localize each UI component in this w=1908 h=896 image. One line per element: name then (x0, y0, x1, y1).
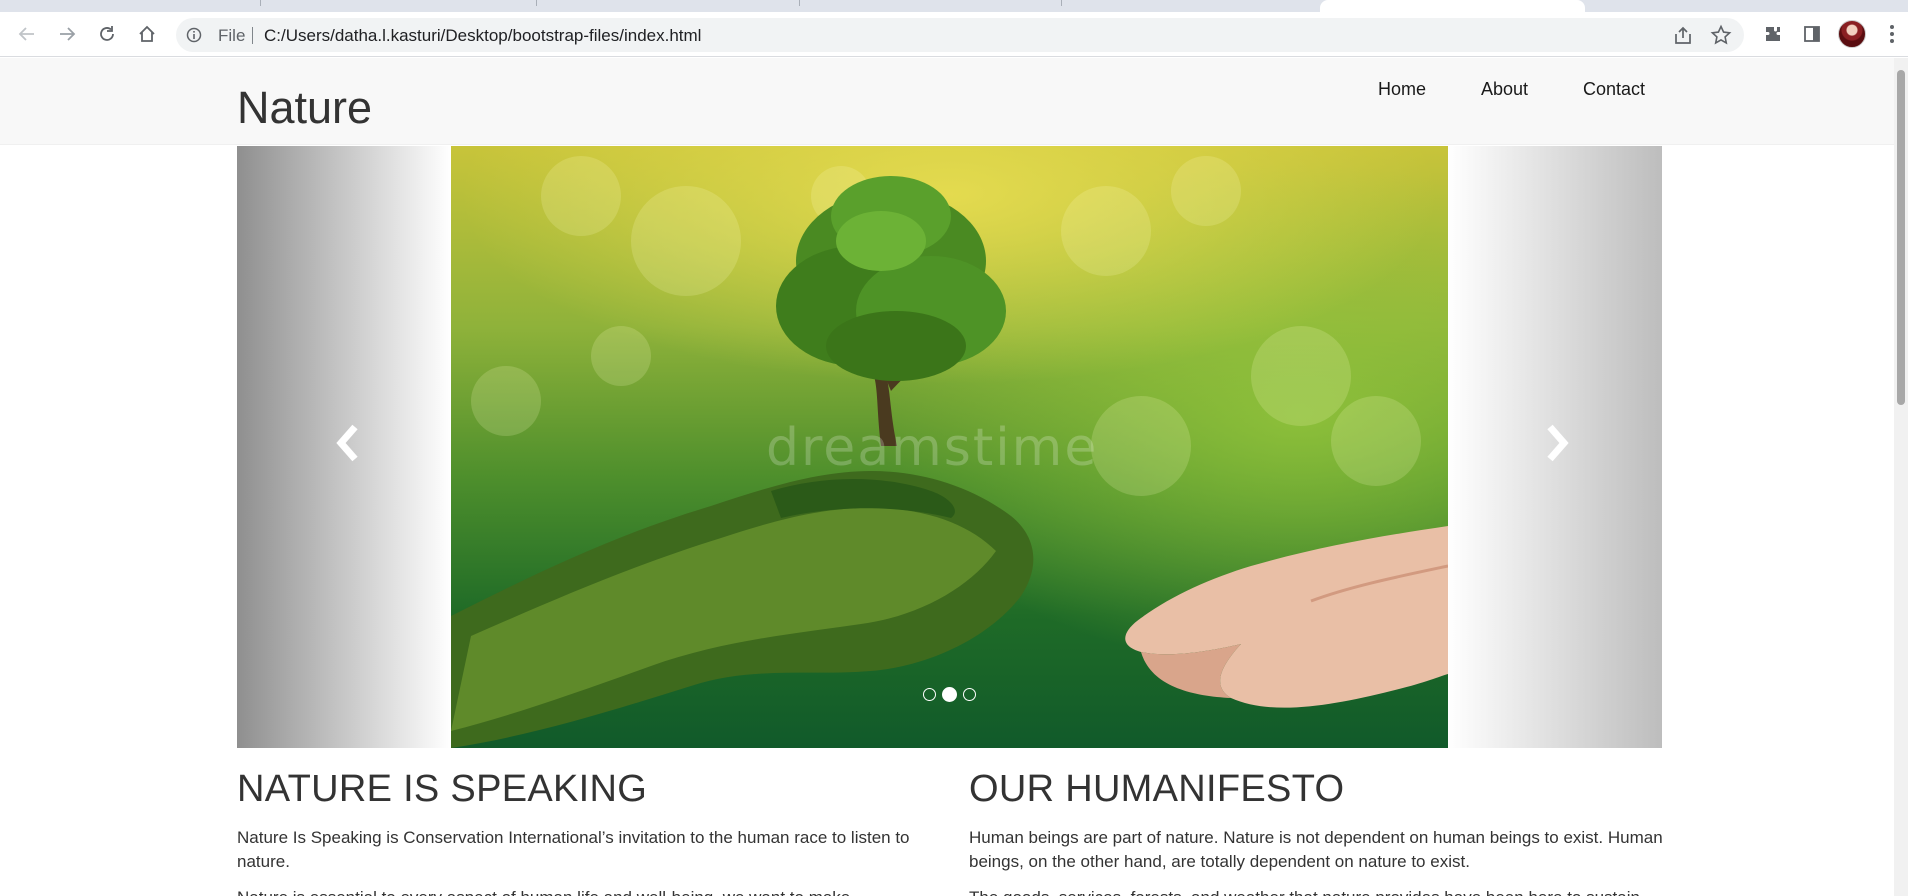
carousel-prev-control[interactable] (237, 146, 451, 748)
tab-separator (1061, 0, 1062, 6)
chevron-left-icon[interactable] (329, 418, 369, 468)
profile-avatar[interactable] (1838, 20, 1866, 48)
nav-about[interactable]: About (1481, 79, 1528, 100)
home-icon[interactable] (131, 18, 163, 50)
section-paragraph: Human beings are part of nature. Nature … (969, 828, 1663, 871)
reload-icon[interactable] (91, 18, 123, 50)
address-bar[interactable]: File C:/Users/datha.l.kasturi/Desktop/bo… (176, 18, 1744, 52)
side-panel-icon[interactable] (1796, 18, 1828, 50)
tab-strip (0, 0, 1908, 12)
tab-separator (799, 0, 800, 6)
scheme-label: File (218, 26, 246, 45)
browser-toolbar: File C:/Users/datha.l.kasturi/Desktop/bo… (0, 12, 1908, 57)
info-icon[interactable] (186, 27, 202, 43)
section-paragraph: Nature Is Speaking is Conservation Inter… (237, 828, 910, 871)
section-paragraph-2: The goods, services, forests, and weathe… (969, 886, 1669, 896)
back-icon[interactable] (11, 18, 43, 50)
bookmark-star-icon[interactable] (1710, 24, 1732, 46)
carousel-indicator-3[interactable] (963, 687, 976, 701)
section-nature-speaking: NATURE IS SPEAKING Nature Is Speaking is… (237, 770, 937, 896)
scrollbar-thumb[interactable] (1897, 70, 1905, 405)
carousel-next-control[interactable] (1448, 146, 1662, 748)
carousel-slide-image: dreamstime (451, 146, 1448, 748)
forward-icon[interactable] (51, 18, 83, 50)
web-page: Nature Home About Contact dreamstime NAT… (0, 58, 1908, 896)
active-tab[interactable] (1320, 0, 1585, 12)
site-brand[interactable]: Nature (237, 82, 372, 134)
page-scrollbar[interactable] (1894, 58, 1908, 896)
chevron-right-icon[interactable] (1536, 418, 1576, 468)
carousel-indicators (923, 686, 976, 702)
menu-kebab-icon[interactable] (1876, 18, 1908, 50)
section-humanifesto: OUR HUMANIFESTO Human beings are part of… (969, 770, 1669, 896)
tab-strip-right (1585, 0, 1908, 12)
omnibox-divider (252, 27, 253, 44)
section-heading: NATURE IS SPEAKING (237, 768, 648, 810)
watermark-text: dreamstime (766, 418, 1099, 478)
carousel-indicator-1[interactable] (923, 687, 936, 701)
nav-contact[interactable]: Contact (1583, 79, 1645, 100)
share-icon[interactable] (1672, 25, 1694, 47)
nav-home[interactable]: Home (1378, 79, 1426, 100)
section-paragraph-2: Nature is essential to every aspect of h… (237, 886, 937, 896)
url-text[interactable]: C:/Users/datha.l.kasturi/Desktop/bootstr… (264, 26, 701, 46)
carousel-indicator-2[interactable] (942, 686, 957, 702)
tab-separator (260, 0, 261, 6)
tab-separator (536, 0, 537, 6)
image-carousel: dreamstime (237, 146, 1662, 748)
section-heading: OUR HUMANIFESTO (969, 768, 1345, 810)
site-navbar: Nature Home About Contact (0, 58, 1908, 145)
extensions-icon[interactable] (1757, 18, 1789, 50)
